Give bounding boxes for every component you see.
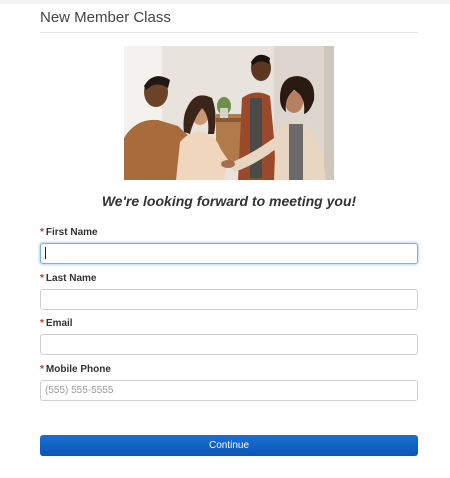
required-marker: * <box>40 273 44 284</box>
last-name-label: * Last Name <box>40 273 96 285</box>
email-label: * Email <box>40 318 73 330</box>
required-marker: * <box>40 227 44 238</box>
mobile-phone-input[interactable] <box>40 380 418 401</box>
continue-button[interactable]: Continue <box>40 435 418 456</box>
required-marker: * <box>40 318 44 329</box>
title-divider <box>40 32 418 33</box>
email-input[interactable] <box>40 334 418 355</box>
email-label-text: Email <box>45 318 73 329</box>
first-name-input[interactable] <box>40 243 418 264</box>
text-caret <box>45 247 46 259</box>
mobile-phone-label: * Mobile Phone <box>40 364 111 376</box>
tagline: We're looking forward to meeting you! <box>101 193 357 209</box>
first-name-label: * First Name <box>40 227 98 239</box>
first-name-label-text: First Name <box>45 227 98 238</box>
required-marker: * <box>40 364 44 375</box>
last-name-label-text: Last Name <box>45 273 97 284</box>
form-page: New Member Class We're looking forward t… <box>40 0 418 456</box>
mobile-phone-label-text: Mobile Phone <box>45 364 111 375</box>
first-name-field-wrap <box>40 243 418 264</box>
last-name-input[interactable] <box>40 289 418 310</box>
hero-image <box>124 46 334 180</box>
page-title: New Member Class <box>40 9 171 26</box>
